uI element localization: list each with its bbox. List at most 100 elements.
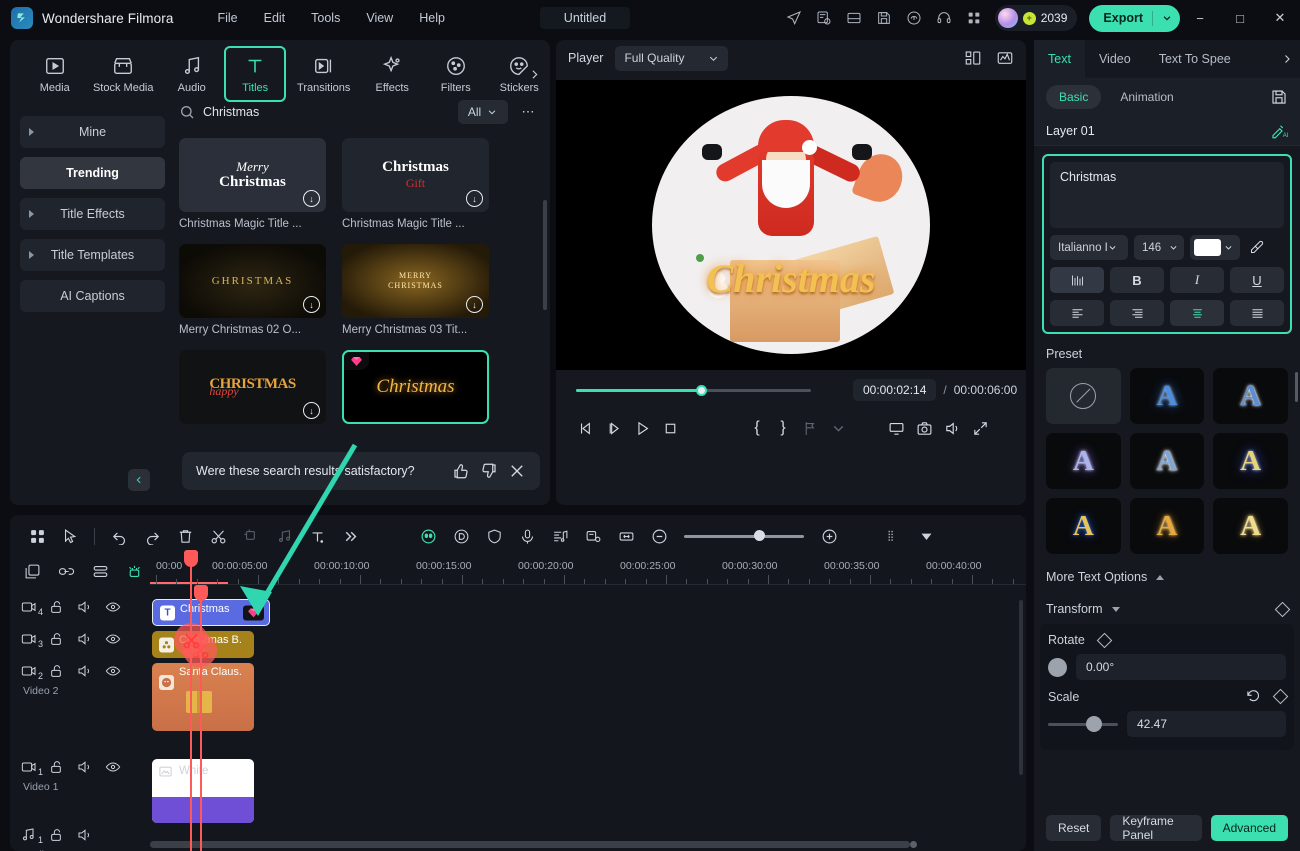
preset-scrollbar[interactable] (1295, 372, 1298, 402)
quality-dropdown[interactable]: Full Quality (615, 45, 729, 71)
undo-icon[interactable] (103, 521, 135, 551)
color-swatch[interactable] (1194, 239, 1221, 256)
align-right-icon[interactable] (1230, 300, 1284, 326)
preview-canvas[interactable]: Christmas (556, 80, 1026, 370)
display-icon[interactable] (882, 415, 910, 441)
preset-item[interactable]: A (1129, 368, 1205, 424)
reset-button[interactable]: Reset (1046, 815, 1102, 841)
prev-frame-icon[interactable] (572, 415, 600, 441)
timeline-horizontal-scrollbar[interactable] (150, 841, 1026, 848)
underline-button[interactable]: U (1230, 267, 1284, 293)
hscroll-thumb[interactable] (150, 841, 910, 848)
align-center-icon[interactable] (1110, 300, 1164, 326)
category-effects[interactable]: Effects (361, 46, 423, 102)
mark-out-icon[interactable]: } (770, 419, 796, 437)
snapshot-icon[interactable] (910, 415, 938, 441)
category-stock-media[interactable]: Stock Media (88, 46, 159, 102)
template-tile[interactable]: MERRY CHRISTMAS ↓ Merry Christmas 03 Tit… (342, 244, 489, 336)
template-tile[interactable]: Christmas Gift ↓ Christmas Magic Title .… (342, 138, 489, 230)
tab-text[interactable]: Text (1034, 40, 1085, 78)
mute-icon[interactable] (77, 599, 93, 615)
visibility-icon[interactable] (105, 631, 121, 647)
link-icon[interactable] (58, 563, 75, 580)
volume-icon[interactable] (938, 415, 966, 441)
template-tile-selected[interactable]: Christmas (342, 350, 489, 424)
add-track-icon[interactable] (24, 563, 41, 580)
subtab-basic[interactable]: Basic (1046, 85, 1102, 109)
more-text-options-toggle[interactable]: More Text Options (1046, 570, 1300, 584)
apps-grid-icon[interactable] (959, 3, 989, 33)
lock-icon[interactable] (49, 631, 65, 647)
timeline-ruler[interactable]: 00:00 00:00:05:00 00:00:10:00 00:00:15:0… (150, 557, 1026, 585)
template-thumbnail[interactable]: Christmas (342, 350, 489, 424)
filter-dropdown[interactable]: All (457, 100, 508, 124)
menu-file[interactable]: File (205, 6, 249, 30)
layer-row[interactable]: Layer 01 AI (1034, 116, 1300, 146)
thumbs-down-icon[interactable] (480, 462, 498, 480)
italic-button[interactable]: I (1170, 267, 1224, 293)
template-thumbnail[interactable]: Christmas Gift ↓ (342, 138, 489, 212)
sidebar-item-ai-captions[interactable]: AI Captions (20, 280, 165, 312)
visibility-icon[interactable] (105, 599, 121, 615)
record-icon[interactable] (445, 521, 477, 551)
seek-handle[interactable] (696, 384, 707, 396)
rotate-dial[interactable] (1048, 657, 1067, 677)
save-as-icon[interactable] (839, 3, 869, 33)
font-color-dropdown[interactable] (1190, 235, 1240, 260)
voiceover-icon[interactable] (511, 521, 543, 551)
keyframe-diamond-icon[interactable] (1096, 632, 1113, 648)
timeline-clip-text[interactable]: T Christmas (152, 599, 270, 626)
lock-icon[interactable] (49, 759, 65, 775)
tab-video[interactable]: Video (1085, 40, 1145, 78)
fullscreen-icon[interactable] (966, 415, 994, 441)
support-icon[interactable] (929, 3, 959, 33)
timeline-clip-white[interactable]: White (152, 759, 254, 823)
download-icon[interactable]: ↓ (303, 296, 320, 313)
sidebar-item-title-templates[interactable]: Title Templates (20, 239, 165, 271)
download-icon[interactable]: ↓ (303, 190, 320, 207)
preset-item[interactable]: A (1046, 433, 1121, 489)
zoom-handle[interactable] (754, 530, 765, 541)
category-filters[interactable]: Filters (425, 46, 487, 102)
transform-section-header[interactable]: Transform (1046, 601, 1291, 617)
menu-edit[interactable]: Edit (252, 6, 298, 30)
preset-item[interactable]: A (1213, 498, 1288, 554)
next-frame-icon[interactable] (600, 415, 628, 441)
menu-help[interactable]: Help (407, 6, 457, 30)
category-titles[interactable]: Titles (224, 46, 287, 102)
ai-write-icon[interactable]: AI (1270, 122, 1289, 140)
visibility-icon[interactable] (105, 759, 121, 775)
align-middle-icon[interactable] (1170, 300, 1224, 326)
eyedropper-icon[interactable] (1246, 237, 1266, 259)
menu-view[interactable]: View (354, 6, 405, 30)
cloud-backup-icon[interactable] (899, 3, 929, 33)
template-thumbnail[interactable]: Merry Christmas ↓ (179, 138, 326, 212)
crop-icon[interactable] (235, 521, 267, 551)
current-timecode[interactable]: 00:00:02:14 (853, 379, 937, 401)
split-view-icon[interactable] (964, 49, 982, 67)
marker-icon[interactable] (577, 521, 609, 551)
download-icon[interactable]: ↓ (303, 402, 320, 419)
delete-icon[interactable] (169, 521, 201, 551)
font-family-dropdown[interactable]: Italianno I (1050, 235, 1128, 260)
mute-icon[interactable] (77, 827, 93, 843)
download-icon[interactable]: ↓ (466, 190, 483, 207)
playhead-handle[interactable] (194, 585, 208, 601)
render-dropdown-icon[interactable] (910, 521, 942, 551)
maximize-button[interactable]: □ (1220, 0, 1260, 36)
scale-handle[interactable] (1086, 715, 1102, 732)
save-icon[interactable] (869, 3, 899, 33)
search-input[interactable]: Christmas (203, 105, 458, 119)
preset-none[interactable] (1046, 368, 1121, 424)
sidebar-item-trending[interactable]: Trending (20, 157, 165, 189)
tabs-next-icon[interactable] (1278, 50, 1296, 68)
category-audio[interactable]: Audio (161, 46, 223, 102)
send-icon[interactable] (779, 3, 809, 33)
preset-item[interactable]: A (1129, 498, 1205, 554)
template-thumbnail[interactable]: CHRISTMAS happy ↓ (179, 350, 326, 424)
sidebar-item-title-effects[interactable]: Title Effects (20, 198, 165, 230)
category-media[interactable]: Media (24, 46, 86, 102)
preset-item[interactable]: A (1213, 368, 1288, 424)
subtab-animation[interactable]: Animation (1107, 85, 1186, 109)
scale-value[interactable]: 42.47 (1127, 711, 1286, 737)
